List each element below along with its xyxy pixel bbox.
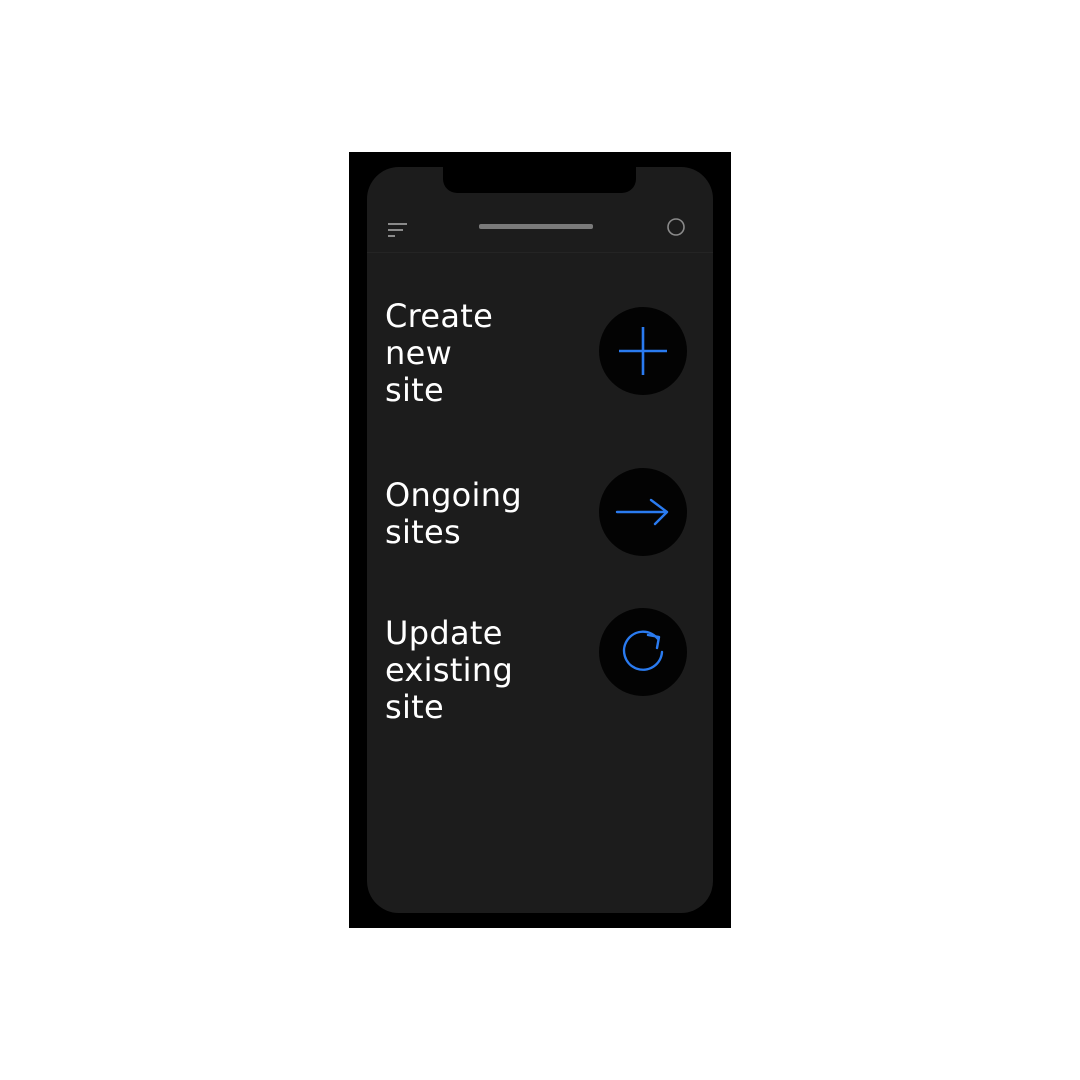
menu-icon[interactable]	[386, 221, 408, 237]
plus-icon	[619, 327, 667, 375]
profile-icon[interactable]	[666, 217, 686, 237]
ongoing-sites-button[interactable]	[599, 468, 687, 556]
ongoing-sites-label: Ongoing sites	[385, 476, 522, 551]
arrow-right-icon	[615, 498, 669, 526]
create-new-site-label: Create new site	[385, 297, 494, 409]
top-bar	[367, 205, 713, 253]
update-existing-site-row[interactable]: Update existing site	[367, 608, 713, 735]
phone-frame: Create new site Ongoing sites Update exi…	[349, 152, 731, 928]
title-placeholder-bar	[479, 224, 593, 229]
app-screen: Create new site Ongoing sites Update exi…	[367, 167, 713, 913]
ongoing-sites-row[interactable]: Ongoing sites	[367, 468, 713, 577]
refresh-icon	[622, 630, 664, 671]
device-notch	[443, 167, 636, 193]
create-new-site-row[interactable]: Create new site	[367, 298, 713, 418]
create-new-site-button[interactable]	[599, 307, 687, 395]
update-existing-site-button[interactable]	[599, 608, 687, 696]
update-existing-site-label: Update existing site	[385, 614, 514, 726]
